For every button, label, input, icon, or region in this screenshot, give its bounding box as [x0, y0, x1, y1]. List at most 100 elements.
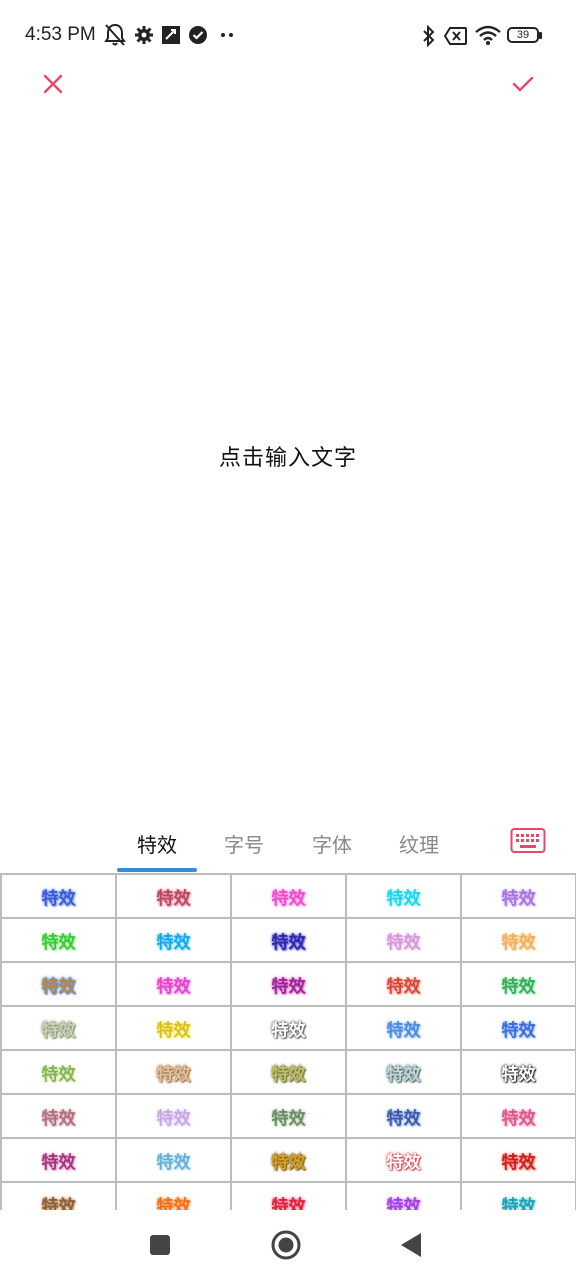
effects-grid-table: 特效 特效 特效 特效 特效 特效 特效 特效 特效 特效 特效 特效 特效 特效 特效 特效 特效 特效 特效 特效…: [0, 873, 576, 1210]
effect-cell[interactable]: 特效: [117, 919, 232, 963]
effects-grid: 特效 特效 特效 特效 特效 特效 特效 特效 特效 特效 特效 特效 特效 特效 特效 特效 特效 特效 特效 特效…: [0, 873, 576, 1210]
effect-preview-label: 特效: [271, 932, 306, 953]
effect-cell[interactable]: 特效: [462, 1051, 576, 1095]
effect-cell[interactable]: 特效: [462, 1139, 576, 1183]
effect-preview-label: 特效: [41, 1152, 76, 1173]
effect-preview-label: 特效: [156, 888, 191, 909]
effect-cell[interactable]: 特效: [347, 1139, 462, 1183]
effect-preview-label: 特效: [271, 1108, 306, 1129]
effect-cell[interactable]: 特效: [2, 1095, 117, 1139]
tab-texture[interactable]: 纹理: [399, 829, 439, 858]
effect-cell[interactable]: 特效: [2, 1139, 117, 1183]
effect-cell[interactable]: 特效: [2, 875, 117, 919]
effect-preview-label: 特效: [156, 932, 191, 953]
effect-preview-label: 特效: [271, 976, 306, 997]
effect-preview-label: 特效: [501, 888, 536, 909]
active-tab-indicator: [117, 868, 197, 872]
effect-preview-label: 特效: [271, 888, 306, 909]
effect-preview-label: 特效: [271, 1064, 306, 1085]
more-dots-icon: [221, 33, 233, 37]
effect-cell[interactable]: 特效: [232, 1051, 347, 1095]
home-circle-icon[interactable]: [270, 1229, 302, 1261]
effect-cell[interactable]: 特效: [2, 919, 117, 963]
effect-preview-label: 特效: [501, 1196, 536, 1211]
effect-cell[interactable]: 特效: [462, 1007, 576, 1051]
effect-preview-label: 特效: [41, 932, 76, 953]
effect-cell[interactable]: 特效: [117, 875, 232, 919]
system-nav-bar: [0, 1210, 576, 1280]
keyboard-icon[interactable]: [510, 827, 546, 855]
tab-effects[interactable]: 特效: [137, 829, 177, 858]
effect-cell[interactable]: 特效: [2, 963, 117, 1007]
effect-cell[interactable]: 特效: [347, 1095, 462, 1139]
status-time: 4:53 PM: [25, 24, 96, 45]
effect-preview-label: 特效: [501, 1020, 536, 1041]
effect-preview-label: 特效: [156, 1196, 191, 1211]
effect-preview-label: 特效: [501, 1152, 536, 1173]
effect-cell[interactable]: 特效: [232, 1139, 347, 1183]
sim-x-icon: [444, 27, 467, 45]
effect-cell[interactable]: 特效: [347, 919, 462, 963]
effect-cell[interactable]: 特效: [232, 963, 347, 1007]
effect-preview-label: 特效: [41, 888, 76, 909]
effect-preview-label: 特效: [41, 1108, 76, 1129]
effect-preview-label: 特效: [271, 1020, 306, 1041]
effect-preview-label: 特效: [386, 1196, 421, 1211]
effect-cell[interactable]: 特效: [347, 1007, 462, 1051]
effect-preview-label: 特效: [386, 888, 421, 909]
effect-preview-label: 特效: [156, 1020, 191, 1041]
effect-cell[interactable]: 特效: [462, 919, 576, 963]
effect-cell[interactable]: 特效: [117, 1095, 232, 1139]
text-input-placeholder[interactable]: 点击输入文字: [0, 440, 576, 472]
check-icon: [512, 76, 534, 92]
effect-preview-label: 特效: [156, 1108, 191, 1129]
effect-cell[interactable]: 特效: [232, 919, 347, 963]
effect-cell[interactable]: 特效: [117, 1051, 232, 1095]
style-tabs: 特效 字号 字体 纹理: [0, 815, 576, 873]
status-bar: 4:53 PM 39: [0, 0, 576, 70]
effect-cell[interactable]: 特效: [462, 875, 576, 919]
effect-cell[interactable]: 特效: [117, 1139, 232, 1183]
effect-cell[interactable]: 特效: [232, 875, 347, 919]
mute-notifications-icon: [104, 23, 126, 46]
effect-cell[interactable]: 特效: [347, 963, 462, 1007]
bluetooth-icon: [423, 24, 435, 48]
effect-preview-label: 特效: [501, 932, 536, 953]
effect-cell[interactable]: 特效: [232, 1183, 347, 1210]
tab-font[interactable]: 字体: [312, 829, 352, 858]
tab-font-size[interactable]: 字号: [224, 829, 264, 858]
effect-cell[interactable]: 特效: [347, 1183, 462, 1210]
effect-cell[interactable]: 特效: [117, 1183, 232, 1210]
effect-preview-label: 特效: [501, 1108, 536, 1129]
effect-cell[interactable]: 特效: [347, 1051, 462, 1095]
check-circle-icon: [189, 26, 207, 44]
effect-cell[interactable]: 特效: [117, 1007, 232, 1051]
effect-cell[interactable]: 特效: [232, 1007, 347, 1051]
effect-preview-label: 特效: [501, 976, 536, 997]
effect-cell[interactable]: 特效: [462, 963, 576, 1007]
effect-preview-label: 特效: [386, 976, 421, 997]
effect-preview-label: 特效: [271, 1196, 306, 1211]
effect-cell[interactable]: 特效: [117, 963, 232, 1007]
back-triangle-icon[interactable]: [400, 1232, 422, 1258]
effect-cell[interactable]: 特效: [462, 1095, 576, 1139]
effect-preview-label: 特效: [156, 1064, 191, 1085]
effect-preview-label: 特效: [386, 1152, 421, 1173]
close-button[interactable]: [35, 66, 71, 102]
effect-preview-label: 特效: [156, 976, 191, 997]
effect-preview-label: 特效: [41, 1064, 76, 1085]
effect-preview-label: 特效: [271, 1152, 306, 1173]
wifi-icon: [475, 25, 501, 45]
effect-cell[interactable]: 特效: [2, 1007, 117, 1051]
effect-cell[interactable]: 特效: [232, 1095, 347, 1139]
effect-preview-label: 特效: [156, 1152, 191, 1173]
effect-preview-label: 特效: [386, 932, 421, 953]
recents-square-icon[interactable]: [149, 1234, 171, 1256]
effect-preview-label: 特效: [41, 976, 76, 997]
effect-cell[interactable]: 特效: [462, 1183, 576, 1210]
effect-cell[interactable]: 特效: [2, 1183, 117, 1210]
sync-icon: [162, 26, 180, 44]
effect-cell[interactable]: 特效: [2, 1051, 117, 1095]
confirm-button[interactable]: [505, 66, 541, 102]
effect-cell[interactable]: 特效: [347, 875, 462, 919]
